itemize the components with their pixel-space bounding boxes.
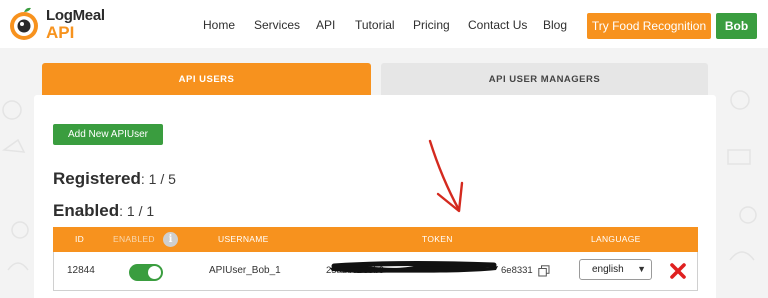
top-navbar: LogMeal API Home Services API Tutorial P…	[0, 0, 768, 48]
language-value: english	[592, 264, 624, 275]
enabled-toggle[interactable]	[129, 264, 163, 281]
language-select[interactable]: english ▼	[579, 259, 652, 280]
nav-home[interactable]: Home	[203, 18, 235, 32]
enabled-value: : 1 / 1	[119, 203, 155, 219]
delete-icon[interactable]	[669, 262, 687, 280]
col-enabled: ENABLED	[113, 234, 155, 244]
nav-pricing[interactable]: Pricing	[413, 18, 450, 32]
add-new-apiuser-button[interactable]: Add New APIUser	[53, 124, 163, 145]
registered-label: Registered	[53, 169, 141, 188]
enabled-count: Enabled: 1 / 1	[53, 201, 154, 221]
chevron-down-icon: ▼	[637, 264, 646, 274]
logo-icon[interactable]	[6, 6, 42, 42]
table-header: ID ENABLED i USERNAME TOKEN LANGUAGE	[53, 227, 698, 252]
registered-count: Registered: 1 / 5	[53, 169, 176, 189]
brand-sub: API	[46, 23, 75, 42]
brand-wordmark[interactable]: LogMeal API	[46, 8, 105, 41]
user-menu-button[interactable]: Bob	[716, 13, 757, 39]
row-username: APIUser_Bob_1	[209, 265, 281, 276]
toggle-knob	[148, 266, 161, 279]
row-id: 12844	[67, 265, 95, 276]
nav-tutorial[interactable]: Tutorial	[355, 18, 395, 32]
info-icon[interactable]: i	[163, 232, 178, 247]
brand-name: LogMeal	[46, 7, 105, 24]
enabled-label: Enabled	[53, 201, 120, 220]
redaction-scribble	[330, 261, 498, 273]
tab-api-user-managers[interactable]: API USER MANAGERS	[381, 63, 708, 95]
col-language: LANGUAGE	[591, 234, 641, 244]
nav-api[interactable]: API	[316, 18, 335, 32]
col-username: USERNAME	[218, 234, 269, 244]
registered-value: : 1 / 5	[140, 171, 176, 187]
nav-blog[interactable]: Blog	[543, 18, 567, 32]
tab-api-users[interactable]: API USERS	[42, 63, 371, 95]
nav-contact-us[interactable]: Contact Us	[468, 18, 527, 32]
try-food-recognition-button[interactable]: Try Food Recognition	[587, 13, 711, 39]
row-token-end: 6e8331	[501, 265, 533, 276]
copy-icon[interactable]	[538, 265, 550, 277]
col-id: ID	[75, 234, 85, 244]
nav-services[interactable]: Services	[254, 18, 300, 32]
col-token: TOKEN	[422, 234, 453, 244]
